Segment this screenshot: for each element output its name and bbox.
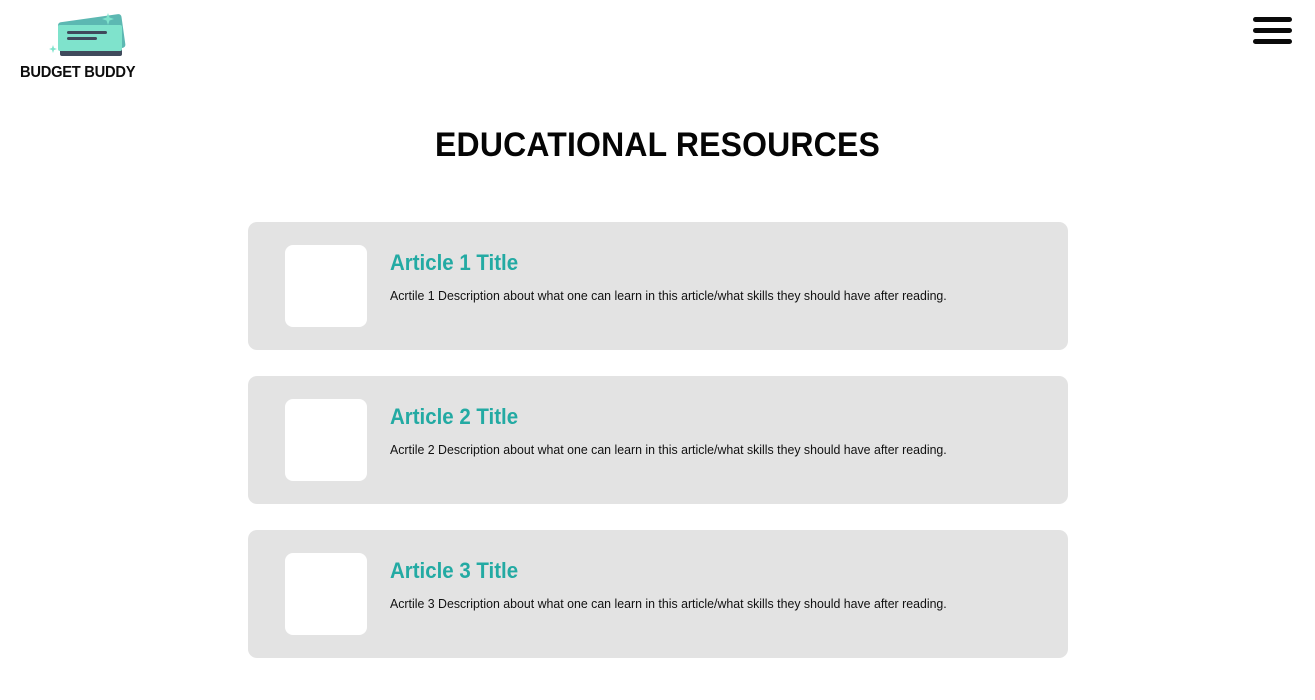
article-list: Article 1 Title Acrtile 1 Description ab… (248, 222, 1068, 684)
article-thumbnail (285, 553, 367, 635)
article-card[interactable]: Article 1 Title Acrtile 1 Description ab… (248, 222, 1068, 350)
article-title[interactable]: Article 1 Title (390, 250, 518, 276)
article-description: Acrtile 2 Description about what one can… (390, 442, 947, 457)
menu-bar (1253, 39, 1292, 44)
article-thumbnail (285, 399, 367, 481)
hamburger-menu-icon[interactable] (1253, 16, 1293, 46)
menu-bar (1253, 17, 1292, 22)
menu-bar (1253, 28, 1292, 33)
page-title: EDUCATIONAL RESOURCES (435, 126, 880, 164)
article-description: Acrtile 3 Description about what one can… (390, 596, 947, 611)
page: BUDGET BUDDY EDUCATIONAL RESOURCES Artic… (0, 0, 1315, 700)
article-title[interactable]: Article 2 Title (390, 404, 518, 430)
article-card[interactable]: Article 2 Title Acrtile 2 Description ab… (248, 376, 1068, 504)
logo-text: BUDGET BUDDY (20, 64, 136, 81)
article-description: Acrtile 1 Description about what one can… (390, 288, 947, 303)
article-title[interactable]: Article 3 Title (390, 558, 518, 584)
article-thumbnail (285, 245, 367, 327)
budget-buddy-logo[interactable]: BUDGET BUDDY (20, 12, 150, 84)
article-card[interactable]: Article 3 Title Acrtile 3 Description ab… (248, 530, 1068, 658)
logo-cards-icon (49, 13, 126, 56)
